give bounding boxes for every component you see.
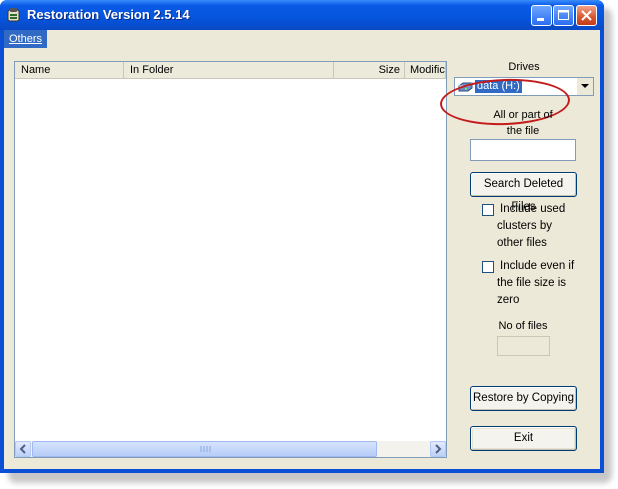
exit-button-label: Exit bbox=[513, 432, 534, 444]
include-zero-size-label-1: Include even if bbox=[500, 260, 575, 272]
include-zero-size-label-2: the file size is bbox=[497, 277, 567, 289]
file-list[interactable]: Name In Folder Size Modific bbox=[14, 61, 447, 458]
include-zero-size-label-3: zero bbox=[497, 294, 520, 306]
filename-input[interactable] bbox=[470, 139, 576, 161]
exit-button[interactable]: Exit bbox=[470, 426, 577, 451]
scrollbar-thumb[interactable] bbox=[32, 441, 377, 457]
arrow-right-icon bbox=[435, 444, 442, 454]
search-deleted-files-button[interactable]: Search Deleted Files bbox=[470, 172, 577, 213]
column-header-size[interactable]: Size bbox=[334, 62, 405, 79]
scroll-right-button[interactable] bbox=[430, 441, 446, 457]
menu-others[interactable]: Others bbox=[4, 30, 48, 48]
column-header-in-folder[interactable]: In Folder bbox=[124, 62, 334, 79]
filename-label-line1: All or part of bbox=[493, 109, 553, 121]
column-header-name[interactable]: Name bbox=[15, 62, 124, 79]
app-icon[interactable] bbox=[6, 7, 22, 23]
restore-by-copying-button[interactable]: Restore by Copying bbox=[470, 386, 577, 411]
chevron-down-icon bbox=[581, 84, 589, 88]
minimize-button[interactable] bbox=[531, 5, 552, 26]
menu-bar: Others bbox=[4, 30, 600, 48]
maximize-button[interactable] bbox=[553, 5, 574, 26]
maximize-icon bbox=[558, 10, 569, 20]
file-count-label: No of files bbox=[498, 320, 548, 332]
grip-icon bbox=[200, 446, 211, 452]
close-icon bbox=[581, 10, 592, 21]
restore-button-label: Restore by Copying bbox=[473, 392, 574, 404]
drives-label: Drives bbox=[508, 61, 540, 73]
arrow-left-icon bbox=[19, 444, 26, 454]
include-used-clusters-label-1: Include used bbox=[500, 203, 566, 215]
include-used-clusters-checkbox[interactable] bbox=[482, 204, 494, 216]
scroll-left-button[interactable] bbox=[15, 441, 31, 457]
minimize-icon bbox=[537, 18, 544, 21]
drive-dropdown-button[interactable] bbox=[576, 78, 593, 95]
close-button[interactable] bbox=[576, 5, 597, 26]
column-header-modified[interactable]: Modific bbox=[405, 62, 446, 79]
include-zero-size-checkbox[interactable] bbox=[482, 261, 494, 273]
filename-label-line2: the file bbox=[506, 125, 540, 137]
title-bar[interactable]: Restoration Version 2.5.14 bbox=[0, 0, 604, 30]
client-area: Others Name In Folder Size Modific Drive… bbox=[4, 30, 600, 469]
file-count-value bbox=[497, 336, 550, 356]
window-title: Restoration Version 2.5.14 bbox=[27, 7, 190, 22]
horizontal-scrollbar[interactable] bbox=[15, 441, 446, 457]
include-used-clusters-label-3: other files bbox=[497, 237, 547, 249]
app-window: Restoration Version 2.5.14 Others Name I… bbox=[0, 0, 604, 473]
include-used-clusters-label-2: clusters by bbox=[497, 220, 552, 232]
